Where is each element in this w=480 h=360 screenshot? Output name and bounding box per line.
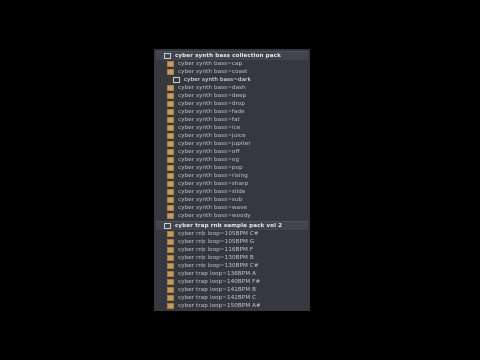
file-item[interactable]: cyber rnb loop~130BPM B xyxy=(163,254,303,262)
audio-file-icon xyxy=(167,181,174,187)
folder-row-trap-rnb-pack[interactable]: cyber trap rnb sample pack vol 2 xyxy=(156,221,308,230)
file-item[interactable]: cyber trap loop~141BPM B xyxy=(163,286,303,294)
file-label: cyber synth bass~woody xyxy=(178,213,251,219)
file-label: cyber synth bass~pop xyxy=(178,165,243,171)
audio-file-icon xyxy=(167,117,174,123)
file-item[interactable]: cyber trap loop~142BPM C xyxy=(163,294,303,302)
file-label: cyber synth bass~dash xyxy=(178,85,246,91)
audio-file-icon xyxy=(167,295,174,301)
file-item[interactable]: cyber trap loop~136BPM A xyxy=(163,270,303,278)
file-label: cyber synth bass~slide xyxy=(178,189,246,195)
file-label: cyber synth bass~deep xyxy=(178,93,247,99)
file-item[interactable]: cyber synth bass~fade xyxy=(163,108,303,116)
file-item[interactable]: cyber trap loop~150BPM A# xyxy=(163,302,303,310)
audio-file-icon xyxy=(167,255,174,261)
file-label: cyber synth bass~off xyxy=(178,149,240,155)
file-item[interactable]: cyber synth bass~off xyxy=(163,148,303,156)
file-item[interactable]: cyber synth bass~drop xyxy=(163,100,303,108)
file-label: cyber synth bass~dark xyxy=(184,77,251,83)
file-item[interactable]: cyber synth bass~sub xyxy=(163,196,303,204)
file-label: cyber trap loop~150BPM A# xyxy=(178,303,261,309)
folder-label: cyber trap rnb sample pack vol 2 xyxy=(175,223,283,229)
file-item[interactable]: cyber synth bass~juice xyxy=(163,132,303,140)
file-item[interactable]: cyber synth bass~sharp xyxy=(163,180,303,188)
file-label: cyber synth bass~sharp xyxy=(178,181,249,187)
file-label: cyber trap loop~140BPM F# xyxy=(178,279,261,285)
file-label: cyber rnb loop~105BPM G xyxy=(178,239,255,245)
audio-file-icon xyxy=(167,61,174,67)
file-label: cyber synth bass~og xyxy=(178,157,240,163)
file-label: cyber synth bass~cap xyxy=(178,61,243,67)
file-item[interactable]: cyber synth bass~pop xyxy=(163,164,303,172)
file-item[interactable]: cyber trap loop~140BPM F# xyxy=(163,278,303,286)
audio-file-icon xyxy=(167,239,174,245)
audio-file-icon xyxy=(167,69,174,75)
folder-label: cyber synth bass collection pack xyxy=(175,53,281,59)
file-item[interactable]: cyber synth bass~fat xyxy=(163,116,303,124)
file-item[interactable]: cyber synth bass~wave xyxy=(163,204,303,212)
file-label: cyber synth bass~rising xyxy=(178,173,248,179)
audio-file-icon xyxy=(167,287,174,293)
audio-file-icon xyxy=(167,205,174,211)
audio-file-icon xyxy=(167,93,174,99)
file-label: cyber synth bass~juice xyxy=(178,133,246,139)
audio-file-icon xyxy=(167,133,174,139)
file-label: cyber trap loop~141BPM B xyxy=(178,287,257,293)
file-label: cyber rnb loop~130BPM B xyxy=(178,255,254,261)
audio-file-icon xyxy=(167,279,174,285)
file-item[interactable]: cyber rnb loop~130BPM C# xyxy=(163,262,303,270)
audio-file-icon xyxy=(167,149,174,155)
file-label: cyber synth bass~wave xyxy=(178,205,248,211)
audio-file-icon xyxy=(167,189,174,195)
audio-file-icon xyxy=(167,231,174,237)
audio-file-icon xyxy=(167,165,174,171)
file-item[interactable]: cyber synth bass~jupiter xyxy=(163,140,303,148)
file-label: cyber trap loop~142BPM C xyxy=(178,295,257,301)
file-label: cyber synth bass~fat xyxy=(178,117,240,123)
file-item[interactable]: cyber synth bass~dash xyxy=(163,84,303,92)
file-item[interactable]: cyber synth bass~rising xyxy=(163,172,303,180)
audio-file-icon xyxy=(167,173,174,179)
file-item[interactable]: cyber synth bass~og xyxy=(163,156,303,164)
folder-icon xyxy=(173,77,180,83)
audio-file-icon xyxy=(167,197,174,203)
file-item[interactable]: cyber rnb loop~105BPM G xyxy=(163,238,303,246)
file-label: cyber synth bass~coast xyxy=(178,69,248,75)
file-item[interactable]: cyber synth bass~ice xyxy=(163,124,303,132)
folder-row-collection-pack[interactable]: cyber synth bass collection pack xyxy=(156,51,308,60)
file-label: cyber synth bass~sub xyxy=(178,197,243,203)
folder-icon xyxy=(164,53,171,59)
audio-file-icon xyxy=(167,263,174,269)
file-item[interactable]: cyber rnb loop~116BPM F xyxy=(163,246,303,254)
file-item-active[interactable]: cyber synth bass~dark xyxy=(163,76,303,84)
audio-file-icon xyxy=(167,213,174,219)
file-label: cyber synth bass~fade xyxy=(178,109,245,115)
audio-file-icon xyxy=(167,303,174,309)
file-item[interactable]: cyber synth bass~coast xyxy=(163,68,303,76)
audio-file-icon xyxy=(167,141,174,147)
file-item[interactable]: cyber synth bass~deep xyxy=(163,92,303,100)
file-label: cyber trap loop~136BPM A xyxy=(178,271,257,277)
audio-file-icon xyxy=(167,85,174,91)
file-label: cyber synth bass~jupiter xyxy=(178,141,251,147)
audio-file-icon xyxy=(167,125,174,131)
file-label: cyber rnb loop~116BPM F xyxy=(178,247,254,253)
audio-file-icon xyxy=(167,109,174,115)
audio-file-icon xyxy=(167,271,174,277)
audio-file-icon xyxy=(167,157,174,163)
file-item[interactable]: cyber synth bass~cap xyxy=(163,60,303,68)
file-label: cyber synth bass~drop xyxy=(178,101,246,107)
file-label: cyber synth bass~ice xyxy=(178,125,241,131)
file-item[interactable]: cyber synth bass~slide xyxy=(163,188,303,196)
file-label: cyber rnb loop~130BPM C# xyxy=(178,263,259,269)
file-item[interactable]: cyber synth bass~woody xyxy=(163,212,303,220)
file-label: cyber rnb loop~105BPM C# xyxy=(178,231,259,237)
audio-file-icon xyxy=(167,247,174,253)
file-browser-panel: cyber synth bass collection pack cyber s… xyxy=(154,49,310,311)
audio-file-icon xyxy=(167,101,174,107)
file-item[interactable]: cyber rnb loop~105BPM C# xyxy=(163,230,303,238)
folder-icon xyxy=(164,223,171,229)
